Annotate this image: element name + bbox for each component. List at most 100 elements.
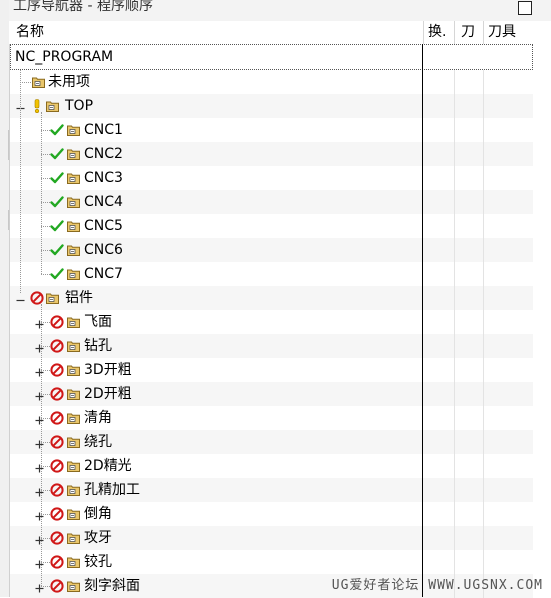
cell-separator [454,478,455,502]
tree-row[interactable]: 铰孔 [10,550,533,574]
program-group-icon [67,436,80,448]
program-group-icon [67,340,80,352]
cell-separator [483,286,484,310]
cell-separator [454,358,455,382]
cell-separator [483,550,484,574]
tree-connector [41,346,50,347]
cell-separator [483,526,484,550]
program-group-icon [67,364,80,376]
tree-connector [41,130,50,131]
program-group-icon [67,412,80,424]
tree-row[interactable]: CNC6 [10,238,533,262]
tree-row[interactable]: 清角 [10,406,533,430]
cell-separator [483,142,484,166]
column-divider[interactable] [422,44,423,597]
tree-row[interactable]: CNC4 [10,190,533,214]
tree-connector [41,178,50,179]
blocked-icon [50,435,64,449]
cell-separator [454,502,455,526]
collapse-icon[interactable] [16,293,25,302]
cell-separator [454,70,455,94]
tree-connector [41,202,50,203]
check-icon [50,147,64,161]
tree-row[interactable]: 2D精光 [10,454,533,478]
cell-separator [483,118,484,142]
tree-connector [41,154,50,155]
program-group-icon [67,532,80,544]
tree-connector [41,322,50,323]
tree-row[interactable]: CNC5 [10,214,533,238]
tree-row[interactable]: CNC2 [10,142,533,166]
column-header-name[interactable]: 名称 [9,21,423,44]
tree-item-label: 攻牙 [84,530,112,546]
tree-connector [41,394,50,395]
blocked-icon [50,579,64,593]
program-group-icon [46,100,59,112]
program-group-icon [46,292,59,304]
cell-separator [483,430,484,454]
tree-row[interactable]: 飞面 [10,310,533,334]
cell-separator [483,166,484,190]
tree-connector [41,442,50,443]
cell-separator [454,406,455,430]
blocked-icon [50,411,64,425]
check-icon [50,195,64,209]
watermark: UG爱好者论坛 WWW.UGSNX.COM [331,578,543,593]
tree-item-label: CNC2 [84,146,123,162]
program-group-icon [67,316,80,328]
cell-separator [454,430,455,454]
window-title: 工序导航器 - 程序顺序 [13,0,153,14]
tree-item-label: 倒角 [84,506,112,522]
tree-connector [41,538,50,539]
blocked-icon [50,483,64,497]
tree-row[interactable]: 孔精加工 [10,478,533,502]
tree-connector [41,370,50,371]
tree-root-label: NC_PROGRAM [15,49,114,65]
tree-row[interactable]: 攻牙 [10,526,533,550]
tree-item-label: CNC7 [84,266,123,282]
tree-row[interactable]: CNC7 [10,262,533,286]
tree-row[interactable]: 3D开粗 [10,358,533,382]
tree-connector [41,112,42,274]
cell-separator [483,382,484,406]
check-icon [50,267,64,281]
blocked-icon [50,507,64,521]
tree-row[interactable]: 绕孔 [10,430,533,454]
blocked-icon [50,387,64,401]
cell-separator [483,406,484,430]
tree-connector [41,226,50,227]
tree-item-label: 飞面 [84,314,112,330]
column-header-tool[interactable]: 刀 [454,21,483,44]
column-header-tool-change[interactable]: 换. [423,21,454,44]
tree-row-root[interactable]: NC_PROGRAM [10,44,533,70]
maximize-button[interactable] [518,1,532,15]
tree-connector [41,586,50,587]
program-group-icon [67,508,80,520]
tree-row[interactable]: 铝件 [10,286,533,310]
program-group-icon [67,148,80,160]
tree-row[interactable]: 倒角 [10,502,533,526]
cell-separator [454,190,455,214]
program-group-icon [67,460,80,472]
program-group-icon [67,556,80,568]
program-group-icon [67,124,80,136]
tree-item-label: CNC4 [84,194,123,210]
tree-connector [41,514,50,515]
tree-connector [41,466,50,467]
tree-item-label: 2D开粗 [84,386,132,402]
tree-row[interactable]: TOP [10,94,533,118]
check-icon [50,243,64,257]
tree-row[interactable]: 钻孔 [10,334,533,358]
check-icon [50,123,64,137]
tree-row[interactable]: 未用项 [10,70,533,94]
cell-separator [483,478,484,502]
cell-separator [454,238,455,262]
tree-row[interactable]: CNC3 [10,166,533,190]
tree-row[interactable]: 2D开粗 [10,382,533,406]
tree-row[interactable]: CNC1 [10,118,533,142]
tree-item-label: 孔精加工 [84,482,140,498]
column-header-tool-name[interactable]: 刀具 [483,21,532,44]
program-group-icon [32,76,45,88]
program-group-icon [67,268,80,280]
cell-separator [483,190,484,214]
